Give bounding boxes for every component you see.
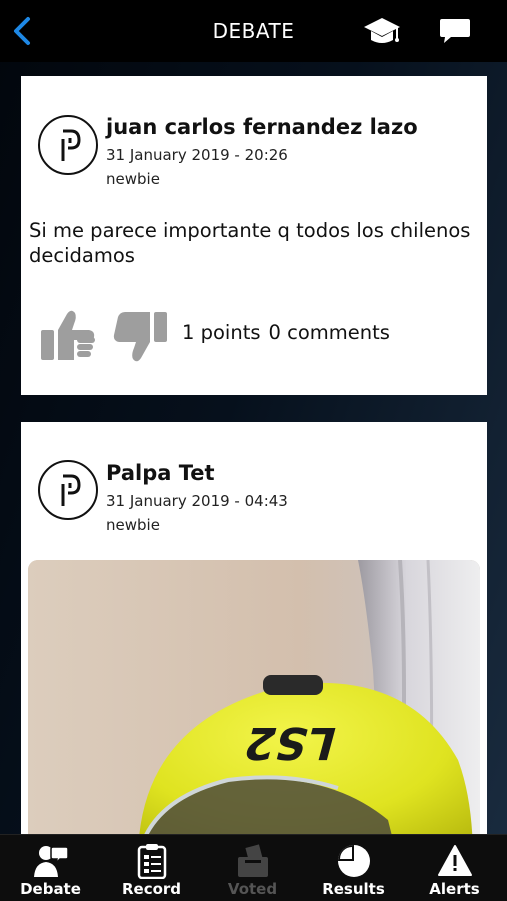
debate-icon: [34, 846, 69, 877]
post-author[interactable]: juan carlos fernandez lazo: [106, 115, 418, 139]
top-bar: DEBATE: [0, 0, 507, 62]
tab-label: Voted: [227, 880, 278, 898]
warning-icon: [438, 845, 472, 876]
tab-debate[interactable]: Debate: [0, 835, 101, 901]
thumbs-up-icon[interactable]: [39, 306, 97, 364]
post-card: juan carlos fernandez lazo 31 January 20…: [21, 76, 487, 395]
avatar[interactable]: [38, 115, 98, 175]
points-count: 1 points: [182, 321, 261, 344]
helmet-photo: LS2: [28, 560, 480, 834]
bottom-tab-bar: Debate Record Voted Results Alerts: [0, 834, 507, 901]
pie-chart-icon: [338, 845, 370, 877]
clipboard-icon: [137, 844, 167, 879]
tab-alerts[interactable]: Alerts: [404, 835, 505, 901]
user-logo-icon: [61, 129, 81, 161]
helmet-brand-text: LS2: [238, 717, 342, 769]
tab-voted[interactable]: Voted: [202, 835, 303, 901]
post-author[interactable]: Palpa Tet: [106, 461, 215, 485]
post-photo[interactable]: LS2: [28, 560, 480, 834]
page-title: DEBATE: [212, 19, 295, 43]
ballot-box-icon: [238, 844, 268, 877]
tab-label: Alerts: [429, 880, 480, 898]
graduation-cap-icon[interactable]: [362, 15, 402, 47]
tab-label: Debate: [20, 880, 81, 898]
tab-label: Record: [121, 880, 182, 898]
post-date: 31 January 2019 - 20:26: [106, 146, 288, 164]
thumbs-down-icon[interactable]: [111, 308, 169, 366]
debate-feed[interactable]: juan carlos fernandez lazo 31 January 20…: [0, 62, 507, 834]
post-date: 31 January 2019 - 04:43: [106, 492, 288, 510]
post-level: newbie: [106, 170, 160, 188]
tab-record[interactable]: Record: [101, 835, 202, 901]
post-text: Si me parece importante q todos los chil…: [29, 219, 471, 267]
user-logo-icon: [61, 474, 81, 506]
chat-icon[interactable]: [438, 16, 472, 46]
avatar[interactable]: [38, 460, 98, 520]
post-level: newbie: [106, 516, 160, 534]
tab-results[interactable]: Results: [303, 835, 404, 901]
post-stats: 1 points 0 comments: [182, 321, 398, 344]
tab-label: Results: [322, 880, 385, 898]
post-card: Palpa Tet 31 January 2019 - 04:43 newbie: [21, 422, 487, 834]
comments-count[interactable]: 0 comments: [269, 321, 390, 344]
